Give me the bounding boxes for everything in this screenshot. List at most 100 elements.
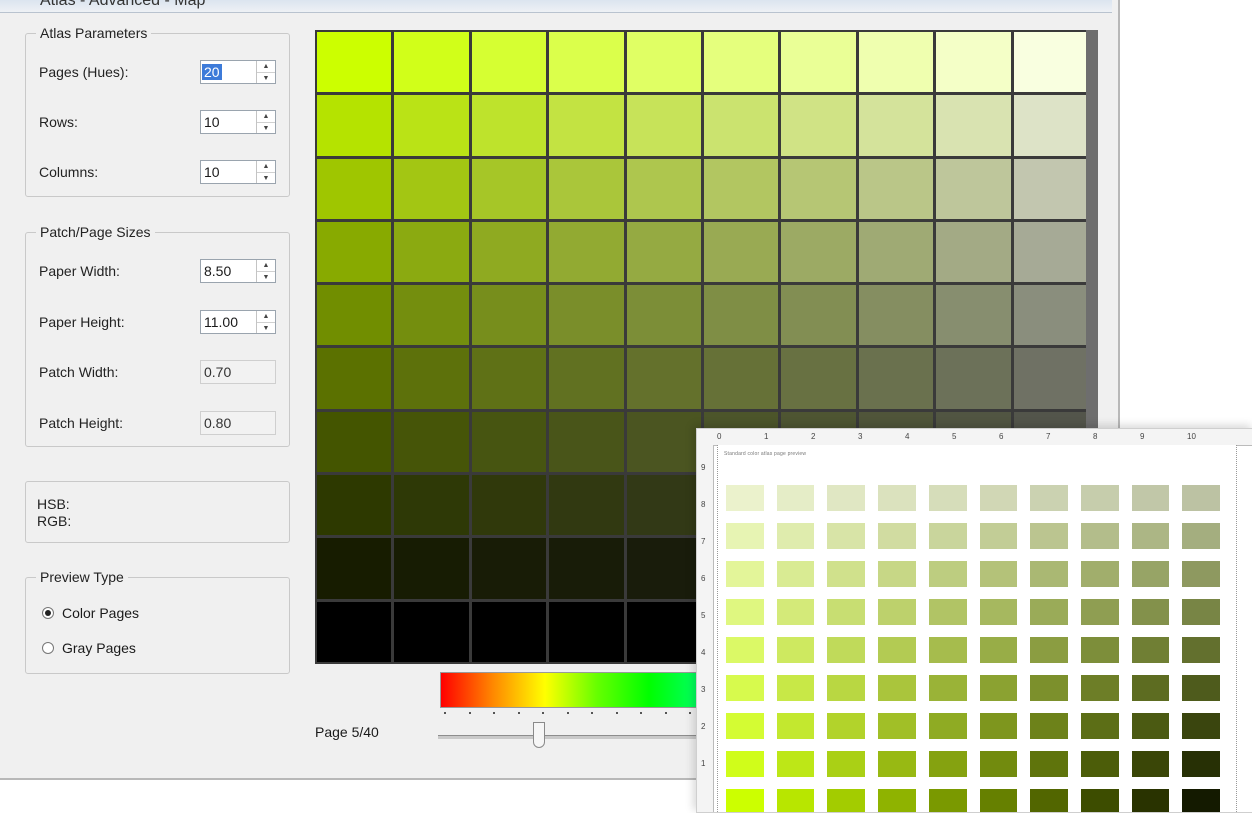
rows-value[interactable]: 10	[204, 114, 220, 130]
color-patch[interactable]	[1013, 95, 1088, 156]
color-patch[interactable]	[317, 475, 392, 536]
color-patch[interactable]	[1013, 285, 1088, 346]
paper-width-spinner[interactable]: 8.50 ▲ ▼	[200, 259, 276, 283]
color-patch[interactable]	[317, 95, 392, 156]
color-patch[interactable]	[471, 221, 547, 283]
radio-button-icon[interactable]	[42, 607, 54, 619]
color-patch[interactable]	[936, 221, 1011, 283]
color-patch[interactable]	[394, 32, 469, 93]
color-patch[interactable]	[471, 32, 547, 93]
color-patch[interactable]	[317, 221, 392, 283]
color-patch[interactable]	[626, 475, 701, 536]
color-patch[interactable]	[317, 158, 392, 219]
spin-up-icon[interactable]: ▲	[257, 161, 275, 173]
paper-width-value[interactable]: 8.50	[204, 263, 231, 279]
color-patch[interactable]	[781, 158, 856, 219]
color-patch[interactable]	[394, 158, 469, 219]
color-patch[interactable]	[781, 32, 856, 93]
color-patch[interactable]	[394, 475, 469, 536]
color-patch[interactable]	[704, 95, 779, 156]
spin-up-icon[interactable]: ▲	[257, 61, 275, 73]
color-patch[interactable]	[471, 348, 547, 409]
rows-spinner[interactable]: 10 ▲ ▼	[200, 110, 276, 134]
color-patch[interactable]	[858, 32, 934, 93]
color-patch[interactable]	[1013, 32, 1088, 93]
color-patch[interactable]	[549, 475, 624, 536]
color-patch[interactable]	[626, 95, 701, 156]
spin-down-icon[interactable]: ▼	[257, 73, 275, 84]
color-patch[interactable]	[704, 285, 779, 346]
color-patch[interactable]	[394, 95, 469, 156]
color-patch[interactable]	[549, 32, 624, 93]
radio-gray-pages[interactable]: Gray Pages	[42, 640, 136, 656]
color-patch[interactable]	[936, 158, 1011, 219]
color-patch[interactable]	[549, 411, 624, 473]
spin-up-icon[interactable]: ▲	[257, 111, 275, 123]
radio-gray-pages-label[interactable]: Gray Pages	[62, 640, 136, 656]
color-patch[interactable]	[471, 285, 547, 346]
color-patch[interactable]	[471, 411, 547, 473]
color-patch[interactable]	[704, 348, 779, 409]
page-slider-track[interactable]	[438, 735, 700, 739]
color-patch[interactable]	[471, 601, 547, 662]
color-patch[interactable]	[549, 601, 624, 662]
paper-height-spinner[interactable]: 11.00 ▲ ▼	[200, 310, 276, 334]
color-patch[interactable]	[936, 95, 1011, 156]
spin-down-icon[interactable]: ▼	[257, 173, 275, 184]
color-patch[interactable]	[317, 32, 392, 93]
color-patch[interactable]	[1013, 221, 1088, 283]
color-patch[interactable]	[704, 32, 779, 93]
color-patch[interactable]	[317, 538, 392, 599]
color-patch[interactable]	[394, 285, 469, 346]
color-patch[interactable]	[936, 32, 1011, 93]
columns-spinner[interactable]: 10 ▲ ▼	[200, 160, 276, 184]
radio-color-pages-label[interactable]: Color Pages	[62, 605, 139, 621]
color-patch[interactable]	[704, 158, 779, 219]
color-patch[interactable]	[317, 348, 392, 409]
columns-value[interactable]: 10	[204, 164, 220, 180]
color-patch[interactable]	[781, 95, 856, 156]
color-patch[interactable]	[317, 601, 392, 662]
color-patch[interactable]	[626, 538, 701, 599]
spin-up-icon[interactable]: ▲	[257, 311, 275, 323]
radio-color-pages[interactable]: Color Pages	[42, 605, 139, 621]
spin-up-icon[interactable]: ▲	[257, 260, 275, 272]
color-patch[interactable]	[394, 348, 469, 409]
color-patch[interactable]	[626, 221, 701, 283]
color-patch[interactable]	[781, 348, 856, 409]
color-patch[interactable]	[394, 538, 469, 599]
pages-spinner[interactable]: 20 ▲ ▼	[200, 60, 276, 84]
color-patch[interactable]	[704, 221, 779, 283]
color-patch[interactable]	[1013, 158, 1088, 219]
color-patch[interactable]	[626, 32, 701, 93]
spin-down-icon[interactable]: ▼	[257, 272, 275, 283]
spin-down-icon[interactable]: ▼	[257, 123, 275, 134]
color-patch[interactable]	[781, 285, 856, 346]
spin-down-icon[interactable]: ▼	[257, 323, 275, 334]
color-patch[interactable]	[936, 348, 1011, 409]
color-patch[interactable]	[549, 158, 624, 219]
color-patch[interactable]	[394, 601, 469, 662]
color-patch[interactable]	[394, 411, 469, 473]
color-patch[interactable]	[626, 411, 701, 473]
color-patch[interactable]	[781, 221, 856, 283]
color-patch[interactable]	[626, 285, 701, 346]
color-patch[interactable]	[317, 285, 392, 346]
color-patch[interactable]	[549, 221, 624, 283]
pages-value[interactable]: 20	[202, 64, 222, 80]
paper-height-value[interactable]: 11.00	[204, 314, 238, 330]
color-patch[interactable]	[626, 601, 701, 662]
color-patch[interactable]	[549, 348, 624, 409]
color-patch[interactable]	[858, 285, 934, 346]
color-patch[interactable]	[549, 285, 624, 346]
color-patch[interactable]	[626, 348, 701, 409]
color-patch[interactable]	[471, 538, 547, 599]
color-patch[interactable]	[471, 158, 547, 219]
color-patch[interactable]	[858, 348, 934, 409]
color-patch[interactable]	[858, 158, 934, 219]
color-patch[interactable]	[858, 95, 934, 156]
color-patch[interactable]	[549, 95, 624, 156]
color-patch[interactable]	[471, 95, 547, 156]
color-patch[interactable]	[936, 285, 1011, 346]
color-patch[interactable]	[549, 538, 624, 599]
